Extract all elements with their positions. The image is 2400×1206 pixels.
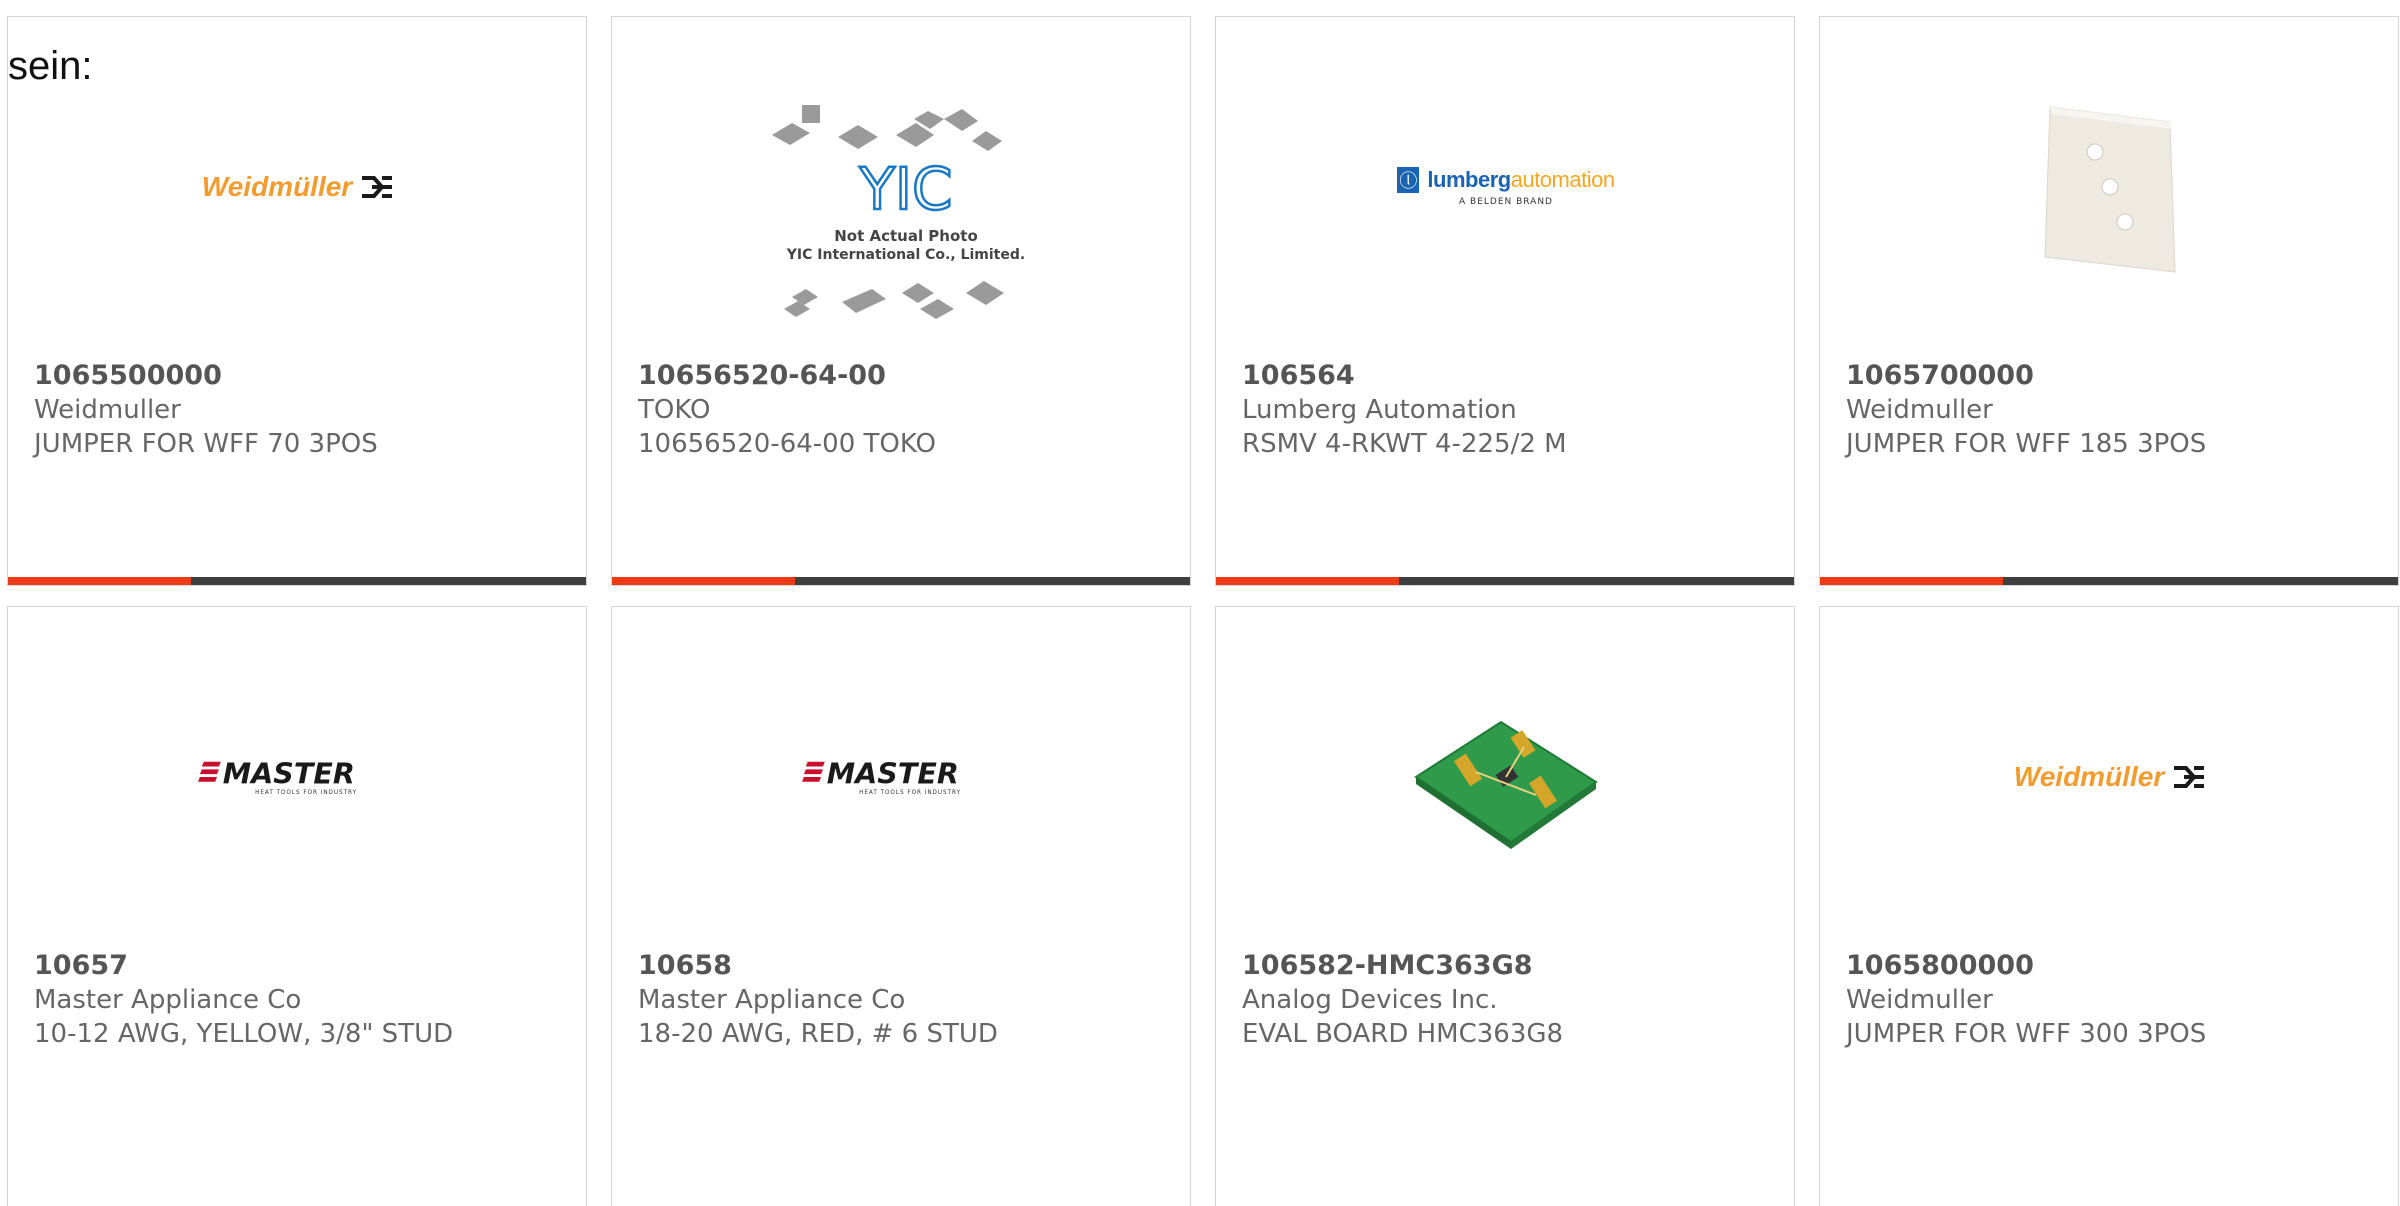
logo-subtext: HEAT TOOLS FOR INDUSTRY xyxy=(255,790,357,796)
description: RSMV 4-RKWT 4-225/2 M xyxy=(1242,429,1567,459)
product-image: MASTER HEAT TOOLS FOR INDUSTRY xyxy=(802,677,1002,877)
yic-placeholder-image: YIC Not Actual Photo YIC International C… xyxy=(772,105,1025,319)
eval-board-photo xyxy=(1414,720,1598,849)
logo-text: Weidmüller xyxy=(201,171,353,202)
description: JUMPER FOR WFF 185 3POS xyxy=(1846,429,2207,459)
logo-text: MASTER xyxy=(827,757,959,791)
part-number[interactable]: 1065700000 xyxy=(1846,359,2206,393)
part-number[interactable]: 106582-HMC363G8 xyxy=(1242,949,1563,983)
product-image xyxy=(1406,677,1606,877)
master-mark-icon xyxy=(198,761,221,782)
description: JUMPER FOR WFF 70 3POS xyxy=(34,429,378,459)
part-number[interactable]: 10658 xyxy=(638,949,998,983)
manufacturer: Lumberg Automation xyxy=(1242,395,1517,425)
part-number[interactable]: 10656520-64-00 xyxy=(638,359,936,393)
page-heading: sein: xyxy=(8,44,93,88)
card-accent-bar xyxy=(1820,577,2398,585)
product-image: ⓛ lumbergautomation A BELDEN BRAND xyxy=(1396,87,1616,287)
logo-text: Weidmüller xyxy=(2013,761,2165,792)
product-image: Weidmüller xyxy=(2010,677,2210,877)
photo-company: YIC International Co., Limited. xyxy=(786,247,1025,263)
manufacturer: Weidmuller xyxy=(1846,395,1993,425)
description: EVAL BOARD HMC363G8 xyxy=(1242,1019,1564,1049)
product-card[interactable]: MASTER HEAT TOOLS FOR INDUSTRY 10657 Mas… xyxy=(7,606,587,1206)
card-accent-bar xyxy=(612,577,1190,585)
card-accent-bar xyxy=(8,577,586,585)
product-image: MASTER HEAT TOOLS FOR INDUSTRY xyxy=(198,677,398,877)
product-card[interactable]: 106582-HMC363G8 Analog Devices Inc. EVAL… xyxy=(1215,606,1795,1206)
jumper-bar-photo xyxy=(2044,106,2176,273)
description: 18-20 AWG, RED, # 6 STUD xyxy=(638,1019,998,1049)
manufacturer: Master Appliance Co xyxy=(34,985,302,1015)
product-card[interactable]: MASTER HEAT TOOLS FOR INDUSTRY 10658 Mas… xyxy=(611,606,1191,1206)
master-mark-icon xyxy=(802,761,825,782)
manufacturer: Weidmuller xyxy=(1846,985,1993,1015)
manufacturer: TOKO xyxy=(638,395,711,425)
master-logo: MASTER HEAT TOOLS FOR INDUSTRY xyxy=(198,757,357,796)
part-number[interactable]: 10657 xyxy=(34,949,453,983)
master-logo: MASTER HEAT TOOLS FOR INDUSTRY xyxy=(802,757,961,796)
manufacturer: Weidmuller xyxy=(34,395,181,425)
part-number[interactable]: 1065500000 xyxy=(34,359,378,393)
manufacturer: Analog Devices Inc. xyxy=(1242,985,1498,1015)
logo-text: MASTER xyxy=(223,757,355,791)
weidmuller-logo: Weidmüller xyxy=(202,171,394,203)
manufacturer: Master Appliance Co xyxy=(638,985,906,1015)
product-card[interactable]: Weidmüller 1065800000 Weidmuller JUMPER … xyxy=(1819,606,2399,1206)
product-card[interactable]: YIC Not Actual Photo YIC International C… xyxy=(611,16,1191,586)
product-image: Weidmüller xyxy=(198,87,398,287)
yic-logo-text: YIC xyxy=(858,155,952,223)
lumberg-automation-logo: ⓛ lumbergautomation A BELDEN BRAND xyxy=(1397,167,1615,207)
product-card[interactable]: ⓛ lumbergautomation A BELDEN BRAND 10656… xyxy=(1215,16,1795,586)
card-accent-bar xyxy=(1216,577,1794,585)
product-image xyxy=(2010,87,2210,287)
description: 10656520-64-00 TOKO xyxy=(638,429,936,459)
lumberg-mark-icon: ⓛ xyxy=(1397,167,1420,193)
description: 10-12 AWG, YELLOW, 3/8" STUD xyxy=(34,1019,454,1049)
logo-text-accent: automation xyxy=(1510,167,1615,192)
product-card[interactable]: 1065700000 Weidmuller JUMPER FOR WFF 185… xyxy=(1819,16,2399,586)
product-card[interactable]: Weidmüller 1065500000 Weidmuller JUMPER … xyxy=(7,16,587,586)
photo-note: Not Actual Photo xyxy=(834,227,978,245)
part-number[interactable]: 1065800000 xyxy=(1846,949,2206,983)
logo-subtext: HEAT TOOLS FOR INDUSTRY xyxy=(859,790,961,796)
description: JUMPER FOR WFF 300 3POS xyxy=(1846,1019,2207,1049)
logo-subtext: A BELDEN BRAND xyxy=(1459,197,1553,207)
weidmuller-logo: Weidmüller xyxy=(2014,761,2206,793)
product-image: YIC Not Actual Photo YIC International C… xyxy=(772,97,1032,357)
weidmuller-mark-icon xyxy=(362,176,393,198)
part-number[interactable]: 106564 xyxy=(1242,359,1567,393)
logo-text-main: lumberg xyxy=(1427,167,1511,192)
weidmuller-mark-icon xyxy=(2174,766,2205,788)
